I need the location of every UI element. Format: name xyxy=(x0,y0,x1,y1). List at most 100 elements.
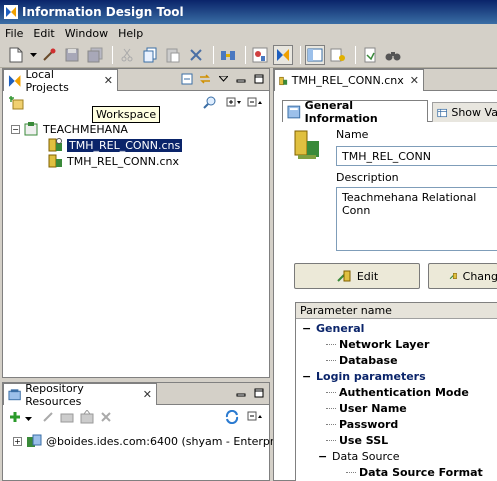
param-group-general[interactable]: − General xyxy=(302,320,364,336)
parameters-header: Parameter name xyxy=(296,303,497,319)
new-project-icon[interactable] xyxy=(9,95,25,113)
save-icon[interactable] xyxy=(62,45,82,65)
subtab-show-values[interactable]: Show Val xyxy=(432,102,497,122)
collapse-toggle-icon[interactable]: − xyxy=(11,124,20,134)
title-bar: Information Design Tool xyxy=(0,0,497,24)
local-projects-tabbar: Local Projects ✕ xyxy=(3,68,269,94)
copy-icon[interactable] xyxy=(140,45,160,65)
dropdown-arrow-icon[interactable] xyxy=(29,45,37,65)
tree-item-project[interactable]: − TEACHMEHANA xyxy=(11,121,128,137)
param-label: Authentication Mode xyxy=(339,385,469,399)
param-password[interactable]: Password xyxy=(326,416,398,432)
wand-icon[interactable] xyxy=(39,45,59,65)
close-icon[interactable]: ✕ xyxy=(410,74,419,87)
layout-icon[interactable] xyxy=(305,44,325,65)
tree-connector xyxy=(346,471,356,473)
minimize-icon[interactable] xyxy=(234,72,248,86)
general-info-icon xyxy=(287,105,301,118)
save-all-icon[interactable] xyxy=(85,45,105,65)
param-user-name[interactable]: User Name xyxy=(326,400,407,416)
toolbar-separator xyxy=(213,45,214,64)
collapse-toggle-icon[interactable]: − xyxy=(302,322,312,335)
maximize-icon[interactable] xyxy=(252,72,266,86)
description-label: Description xyxy=(336,171,399,184)
report-icon[interactable] xyxy=(250,45,270,65)
param-label: Password xyxy=(339,417,399,431)
collapse-toggle-icon[interactable]: − xyxy=(318,450,328,463)
refresh-icon[interactable] xyxy=(225,409,239,427)
param-group-login[interactable]: − Login parameters xyxy=(302,368,426,384)
menu-window[interactable]: Window xyxy=(60,27,113,40)
description-field[interactable]: Teachmehana Relational Conn xyxy=(336,187,497,251)
paste-icon[interactable] xyxy=(163,45,183,65)
editor-panel: TMH_REL_CONN.cnx ✕ General Information S… xyxy=(273,68,497,481)
view-menu-icon[interactable] xyxy=(216,72,230,86)
publish-icon[interactable] xyxy=(80,408,94,427)
param-authentication-mode[interactable]: Authentication Mode xyxy=(326,384,469,400)
tree-item-cnx[interactable]: TMH_REL_CONN.cnx xyxy=(47,153,179,169)
perspective-icon[interactable] xyxy=(273,44,293,65)
dropdown-arrow-icon[interactable] xyxy=(25,412,32,424)
tree-item-cns[interactable]: TMH_REL_CONN.cns xyxy=(47,137,183,153)
menu-edit[interactable]: Edit xyxy=(28,27,59,40)
tab-repository-resources[interactable]: Repository Resources ✕ xyxy=(3,382,157,408)
local-projects-tree: − TEACHMEHANA TMH_REL_CONN.cns TMH_REL_C… xyxy=(3,119,269,359)
tree-connector xyxy=(326,343,336,345)
folder-icon[interactable] xyxy=(60,411,74,426)
close-icon[interactable]: ✕ xyxy=(104,74,113,87)
view-controls xyxy=(180,72,266,86)
add-icon[interactable] xyxy=(9,411,21,426)
menu-help[interactable]: Help xyxy=(113,27,148,40)
collapse-all-icon[interactable] xyxy=(180,72,194,86)
edit-icon[interactable] xyxy=(42,411,54,426)
param-group-data-source[interactable]: − Data Source xyxy=(318,448,400,464)
tree-connector xyxy=(326,439,336,441)
delete-icon[interactable] xyxy=(186,45,206,65)
param-database[interactable]: Database xyxy=(326,352,398,368)
minimize-icon[interactable] xyxy=(234,386,248,400)
param-label: Data Source Format xyxy=(359,465,483,479)
edit-button-label: Edit xyxy=(356,269,379,283)
list-icon[interactable] xyxy=(328,45,348,65)
edit-button[interactable]: Edit xyxy=(294,263,420,289)
param-data-source-format[interactable]: Data Source Format xyxy=(346,464,483,480)
name-field[interactable]: TMH_REL_CONN xyxy=(336,146,497,166)
connection-large-icon xyxy=(294,130,319,159)
new-icon[interactable] xyxy=(6,45,26,65)
param-label: Network Layer xyxy=(339,337,430,351)
binoculars-icon[interactable] xyxy=(383,45,403,65)
tab-local-projects[interactable]: Local Projects ✕ xyxy=(3,68,118,94)
repository-panel: Repository Resources ✕ + @boides.ides.co… xyxy=(2,382,294,481)
repo-view-menu-icon[interactable] xyxy=(247,411,263,426)
subtab-general-information[interactable]: General Information xyxy=(282,99,428,125)
project-icon xyxy=(24,122,38,136)
param-use-ssl[interactable]: Use SSL xyxy=(326,432,388,448)
main-toolbar xyxy=(0,42,497,68)
link-editor-icon[interactable] xyxy=(198,72,212,86)
change-button-label: Chang xyxy=(462,269,497,283)
maximize-icon[interactable] xyxy=(252,386,266,400)
tree-connector xyxy=(326,423,336,425)
cut-icon[interactable] xyxy=(117,45,137,65)
delete-icon[interactable] xyxy=(100,411,112,426)
connection-icon[interactable] xyxy=(218,45,238,65)
menu-file[interactable]: File xyxy=(0,27,28,40)
repository-tabbar: Repository Resources ✕ xyxy=(3,382,269,408)
local-projects-icon xyxy=(8,74,21,87)
table-icon xyxy=(437,108,447,117)
param-label: Use SSL xyxy=(339,433,389,447)
change-button[interactable]: Chang xyxy=(428,263,497,289)
close-icon[interactable]: ✕ xyxy=(143,388,152,401)
app-logo-icon xyxy=(4,5,18,19)
editor-subtabs: General Information Show Val xyxy=(282,99,497,125)
expand-toggle-icon[interactable]: + xyxy=(13,436,22,446)
undo-icon[interactable] xyxy=(360,45,380,65)
toolbar-separator xyxy=(112,45,113,64)
local-view-menu-icon[interactable] xyxy=(247,97,263,112)
tree-item-repository[interactable]: + @boides.ides.com:6400 (shyam - Enterpr… xyxy=(13,433,294,449)
expand-all-icon[interactable] xyxy=(226,97,242,112)
param-network-layer[interactable]: Network Layer xyxy=(326,336,429,352)
collapse-toggle-icon[interactable]: − xyxy=(302,370,312,383)
search-icon[interactable] xyxy=(203,96,217,113)
tab-connection-editor[interactable]: TMH_REL_CONN.cnx ✕ xyxy=(274,69,424,91)
